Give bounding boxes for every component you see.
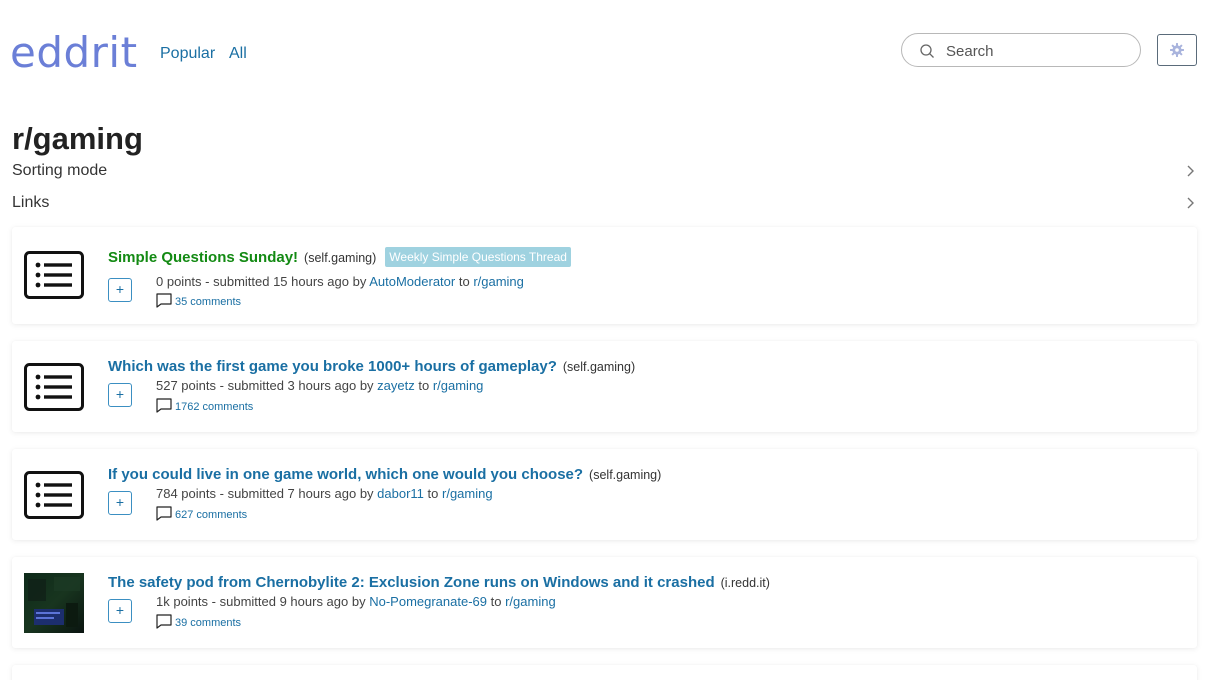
post-meta: 784 points - submitted 7 hours ago by da… — [156, 486, 493, 502]
post-comments-count: 627 comments — [175, 509, 248, 521]
post-card: If you could live in one game world, whi… — [12, 449, 1197, 540]
settings-button[interactable] — [1157, 34, 1197, 66]
post-card: Simple Questions Sunday! (self.gaming) Wee… — [12, 227, 1197, 324]
post-subreddit-link[interactable]: r/gaming — [473, 274, 524, 289]
search-box[interactable] — [901, 33, 1141, 67]
post-comments-count: 39 comments — [175, 617, 242, 629]
meta-by: by — [348, 594, 370, 609]
meta-to: to — [487, 594, 506, 609]
comment-bubble-icon — [156, 398, 172, 413]
links-expander[interactable]: Links — [12, 192, 1197, 214]
post-points: 1k points — [156, 594, 209, 609]
comment-bubble-icon — [156, 506, 172, 521]
post-thumbnail-image[interactable] — [24, 573, 84, 633]
post-domain[interactable]: (self.gaming) — [589, 468, 661, 482]
post-comments-link[interactable]: 35 comments — [156, 293, 241, 309]
text-lines-icon[interactable] — [24, 465, 84, 525]
search-icon — [920, 44, 934, 58]
post-title-link[interactable]: Which was the first game you broke 1000+… — [108, 358, 557, 375]
post-card: Which was the first game you broke 1000+… — [12, 341, 1197, 432]
meta-by: by — [348, 274, 370, 289]
chevron-right-icon — [1187, 197, 1194, 209]
site-logo[interactable]: eddrit — [10, 28, 138, 78]
meta-separator: - — [216, 486, 228, 501]
post-title-link[interactable]: The safety pod from Chernobylite 2: Excl… — [108, 574, 715, 591]
post-card: The safety pod from Chernobylite 2: Excl… — [12, 557, 1197, 648]
meta-separator: - — [201, 274, 214, 289]
text-lines-icon[interactable] — [24, 357, 84, 417]
comment-bubble-icon — [156, 293, 172, 308]
post-comments-link[interactable]: 39 comments — [156, 614, 241, 630]
post-domain[interactable]: (self.gaming) — [563, 360, 635, 374]
post-points: 0 points — [156, 274, 202, 289]
post-submitted: submitted 3 hours ago — [227, 378, 357, 393]
nav-popular-link[interactable]: Popular — [160, 44, 215, 64]
post-submitted: submitted 7 hours ago — [227, 486, 357, 501]
post-comments-count: 35 comments — [175, 296, 242, 308]
links-label: Links — [12, 194, 50, 211]
post-subreddit-link[interactable]: r/gaming — [505, 594, 556, 609]
post-comments-link[interactable]: 1762 comments — [156, 398, 253, 414]
post-author-link[interactable]: AutoModerator — [369, 274, 455, 289]
expand-post-button[interactable]: + — [108, 383, 132, 407]
post-meta: 1k points - submitted 9 hours ago by No-… — [156, 594, 556, 610]
text-lines-icon[interactable] — [24, 245, 84, 305]
post-meta: 0 points - submitted 15 hours ago by Aut… — [156, 274, 524, 290]
sorting-mode-expander[interactable]: Sorting mode — [12, 160, 1197, 182]
post-subreddit-link[interactable]: r/gaming — [433, 378, 484, 393]
post-title-link[interactable]: If you could live in one game world, whi… — [108, 466, 583, 483]
post-points: 784 points — [156, 486, 216, 501]
chevron-right-icon — [1187, 165, 1194, 177]
site-header: eddrit Popular All — [0, 0, 1209, 100]
post-meta: 527 points - submitted 3 hours ago by za… — [156, 378, 483, 394]
expand-post-button[interactable]: + — [108, 491, 132, 515]
meta-by: by — [356, 486, 378, 501]
post-submitted: submitted 15 hours ago — [213, 274, 349, 289]
meta-separator: - — [216, 378, 228, 393]
comment-bubble-icon — [156, 614, 172, 629]
post-comments-count: 1762 comments — [175, 401, 254, 413]
meta-to: to — [414, 378, 433, 393]
subreddit-title: r/gaming — [12, 121, 143, 156]
post-title-link[interactable]: Simple Questions Sunday! — [108, 249, 298, 266]
sorting-mode-label: Sorting mode — [12, 162, 108, 179]
post-submitted: submitted 9 hours ago — [219, 594, 349, 609]
meta-to: to — [455, 274, 474, 289]
post-author-link[interactable]: No-Pomegranate-69 — [369, 594, 487, 609]
post-domain[interactable]: (self.gaming) — [304, 251, 376, 265]
post-card — [12, 665, 1197, 680]
meta-by: by — [356, 378, 378, 393]
post-flair: Weekly Simple Questions Thread — [385, 247, 571, 267]
post-author-link[interactable]: dabor11 — [377, 486, 424, 501]
expand-post-button[interactable]: + — [108, 599, 132, 623]
expand-post-button[interactable]: + — [108, 278, 132, 302]
post-subreddit-link[interactable]: r/gaming — [442, 486, 493, 501]
post-author-link[interactable]: zayetz — [377, 378, 415, 393]
post-domain[interactable]: (i.redd.it) — [721, 576, 770, 590]
post-comments-link[interactable]: 627 comments — [156, 506, 247, 522]
gear-icon — [1170, 43, 1184, 57]
nav-all-link[interactable]: All — [229, 44, 247, 64]
meta-separator: - — [208, 594, 220, 609]
meta-to: to — [423, 486, 442, 501]
search-input[interactable] — [946, 40, 1126, 62]
post-points: 527 points — [156, 378, 216, 393]
